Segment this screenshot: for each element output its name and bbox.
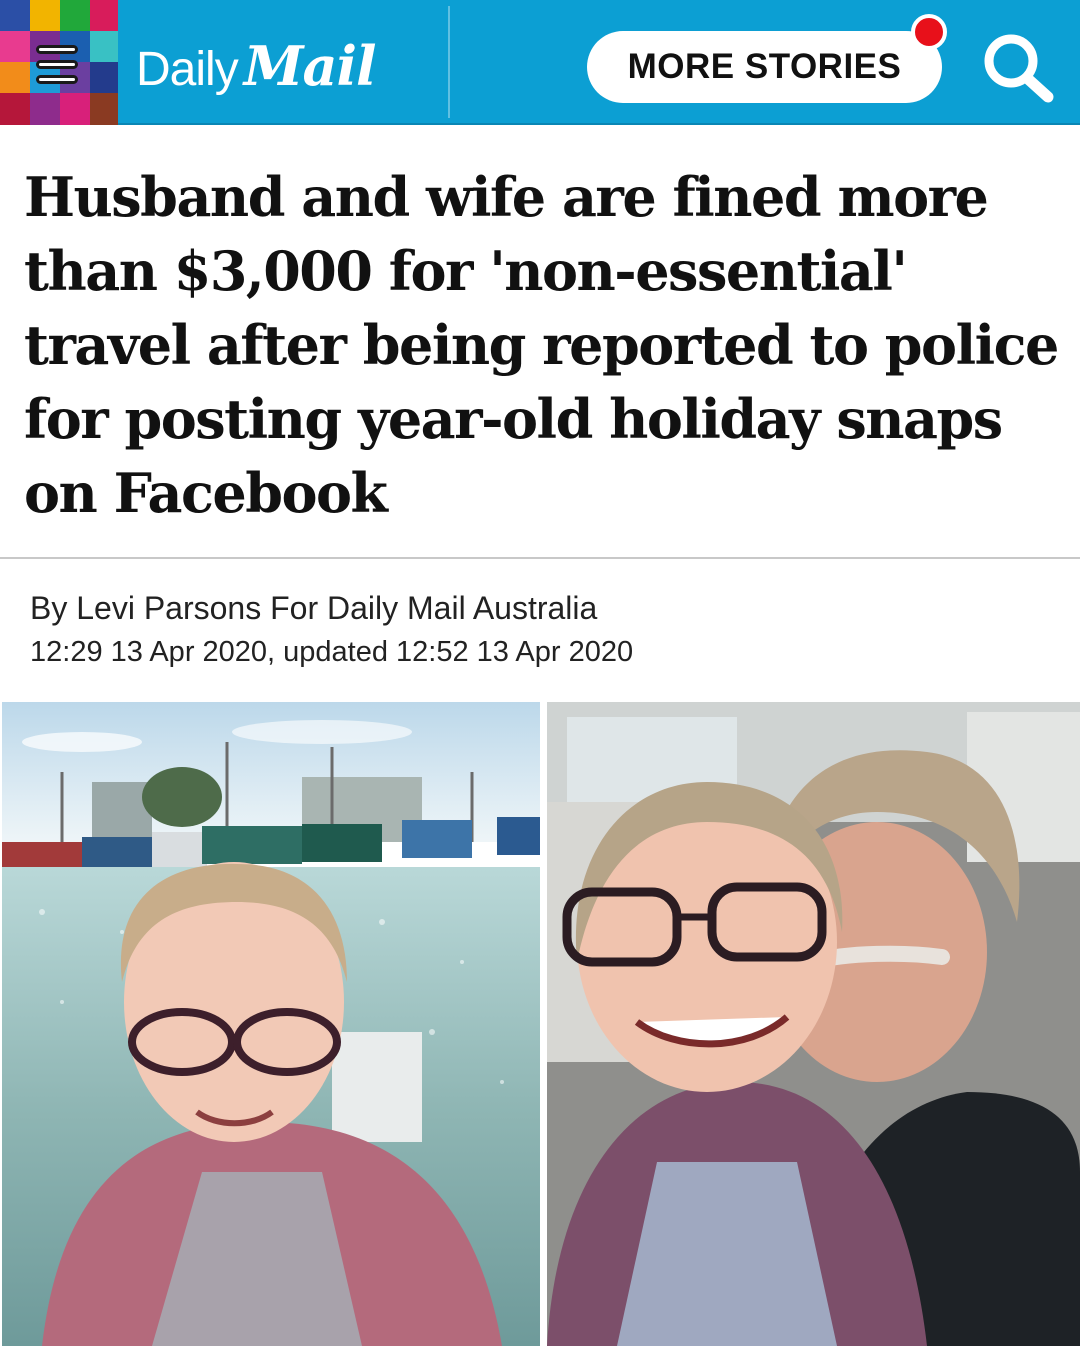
article-dateline: 12:29 13 Apr 2020, updated 12:52 13 Apr … [30, 636, 634, 668]
harbour-selfie-illustration [2, 702, 540, 1346]
headline-divider [0, 557, 1080, 559]
article-headline: Husband and wife are fined more than $3,… [24, 165, 1059, 525]
photo-car-selfie[interactable] [547, 702, 1080, 1346]
menu-icon[interactable] [28, 37, 86, 93]
article-byline[interactable]: By Levi Parsons For Daily Mail Australia [30, 590, 597, 627]
header-divider [448, 6, 450, 118]
search-icon[interactable] [978, 30, 1058, 104]
photo-harbour-selfie[interactable] [2, 702, 540, 1346]
site-header: Daily Mail MORE STORIES [0, 0, 1080, 125]
site-logo[interactable]: Daily Mail [136, 34, 377, 104]
logo-daily: Daily [136, 43, 239, 96]
notification-dot [911, 14, 947, 50]
logo-mail: Mail [243, 34, 377, 98]
car-selfie-illustration [547, 702, 1080, 1346]
more-stories-button[interactable]: MORE STORIES [587, 31, 942, 103]
